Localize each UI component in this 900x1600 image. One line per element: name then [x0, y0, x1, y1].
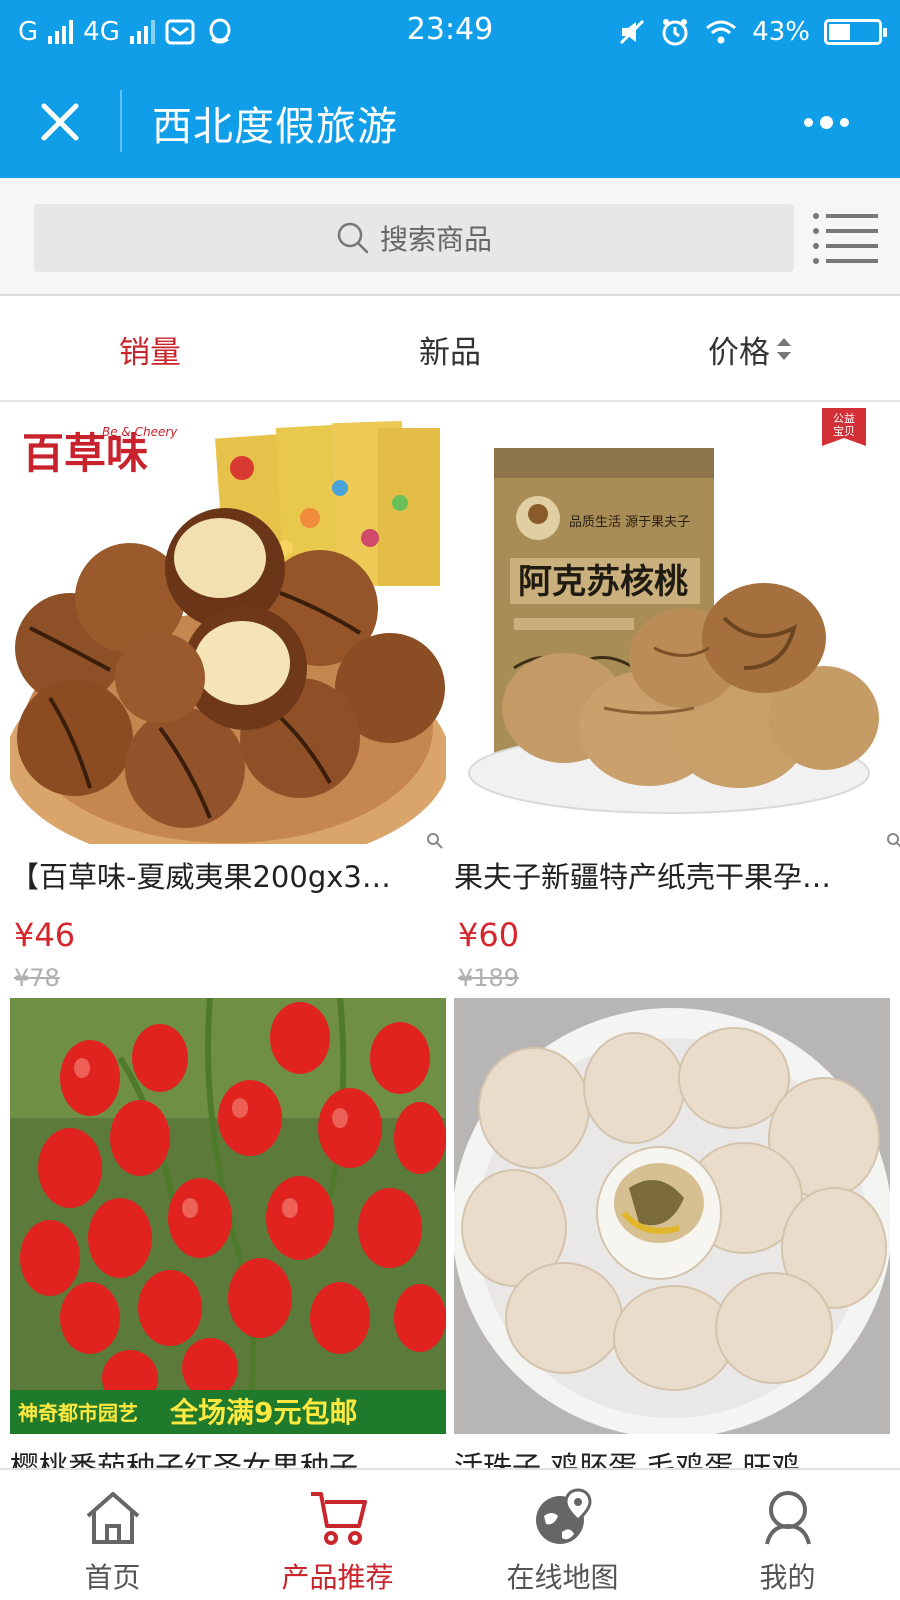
- tab-products-label: 产品推荐: [281, 1561, 394, 1594]
- more-button[interactable]: [786, 102, 866, 142]
- product-card[interactable]: 公益宝贝 品质生活 源于果夫子 阿克苏核桃 果夫子新疆特产纸壳干果孕… ¥60 …: [454, 408, 900, 992]
- product-title[interactable]: 活珠子 鸡胚蛋 毛鸡蛋 旺鸡…: [454, 1444, 890, 1468]
- image-package-text: 阿克苏核桃: [518, 562, 688, 602]
- tab-map-label: 在线地图: [506, 1561, 619, 1594]
- image-banner-left: 神奇都市园艺: [18, 1401, 138, 1425]
- search-row: 搜索商品: [0, 178, 900, 296]
- product-price: ¥60: [458, 916, 520, 954]
- page-title: 西北度假旅游: [152, 104, 398, 150]
- status-bar: G 4G 23:49 43%: [0, 0, 900, 64]
- sort-tabs: 销量 新品 价格: [0, 298, 900, 402]
- close-icon: [41, 103, 79, 141]
- user-icon: [764, 1491, 811, 1545]
- tab-new[interactable]: 新品: [300, 298, 600, 400]
- product-title[interactable]: 樱桃番茄种子红圣女果种子…: [10, 1444, 446, 1468]
- zoom-icon: [887, 833, 900, 848]
- product-original-price: ¥78: [14, 964, 60, 992]
- search-input[interactable]: 搜索商品: [34, 204, 794, 272]
- home-icon: [86, 1492, 139, 1544]
- product-title[interactable]: 【百草味-夏威夷果200gx3…: [10, 854, 446, 896]
- tab-mine[interactable]: 我的: [675, 1470, 900, 1600]
- wifi-icon: [706, 20, 737, 44]
- image-package-slogan: 品质生活 源于果夫子: [569, 515, 690, 530]
- sort-arrows-icon: [777, 338, 791, 360]
- status-right: 43%: [618, 14, 887, 50]
- tab-sales-label: 销量: [119, 334, 181, 371]
- product-image[interactable]: [454, 998, 890, 1434]
- tab-price[interactable]: 价格: [600, 298, 900, 400]
- tab-home-label: 首页: [84, 1561, 141, 1594]
- cart-icon: [310, 1492, 367, 1545]
- tab-new-label: 新品: [419, 334, 481, 371]
- image-banner-right: 全场满9元包邮: [169, 1396, 357, 1429]
- tab-map[interactable]: 在线地图: [450, 1470, 675, 1600]
- charity-badge: 公益宝贝: [833, 411, 855, 438]
- product-original-price: ¥189: [458, 964, 520, 992]
- nav-divider: [120, 90, 122, 152]
- tab-price-label: 价格: [708, 334, 770, 371]
- product-price: ¥46: [14, 916, 76, 954]
- product-image[interactable]: 神奇都市园艺 全场满9元包邮: [10, 998, 446, 1434]
- bottom-tab-bar: 首页 产品推荐 在线地图 我的: [0, 1468, 900, 1600]
- nav-bar: 西北度假旅游: [0, 64, 900, 178]
- alarm-icon: [662, 19, 688, 46]
- tab-mine-label: 我的: [759, 1561, 816, 1594]
- list-menu-icon[interactable]: [812, 208, 878, 268]
- product-image[interactable]: 公益宝贝 品质生活 源于果夫子 阿克苏核桃: [454, 408, 890, 844]
- tab-products[interactable]: 产品推荐: [225, 1470, 450, 1600]
- product-card[interactable]: 神奇都市园艺 全场满9元包邮 樱桃番茄种子红圣女果种子…: [10, 998, 446, 1468]
- search-placeholder: 搜索商品: [379, 223, 492, 256]
- zoom-icon: [427, 833, 443, 849]
- battery-percent: 43%: [752, 17, 810, 47]
- product-title[interactable]: 果夫子新疆特产纸壳干果孕…: [454, 854, 890, 896]
- battery-icon: [824, 19, 887, 45]
- close-button[interactable]: [30, 92, 90, 152]
- mute-icon: [620, 19, 645, 45]
- globe-pin-icon: [535, 1488, 592, 1544]
- product-card[interactable]: 百草味 Be & Cheery 【百草味-夏威夷果200gx3… ¥46 ¥78: [10, 408, 446, 992]
- image-brand-logo-en: Be & Cheery: [102, 425, 178, 439]
- product-image[interactable]: 百草味 Be & Cheery: [10, 408, 446, 844]
- tab-home[interactable]: 首页: [0, 1470, 225, 1600]
- search-icon: [337, 222, 369, 254]
- product-grid: 百草味 Be & Cheery 【百草味-夏威夷果200gx3… ¥46 ¥78…: [0, 404, 900, 1468]
- product-card[interactable]: 活珠子 鸡胚蛋 毛鸡蛋 旺鸡…: [454, 998, 890, 1468]
- battery-fill: [829, 24, 850, 40]
- tab-sales[interactable]: 销量: [0, 298, 300, 400]
